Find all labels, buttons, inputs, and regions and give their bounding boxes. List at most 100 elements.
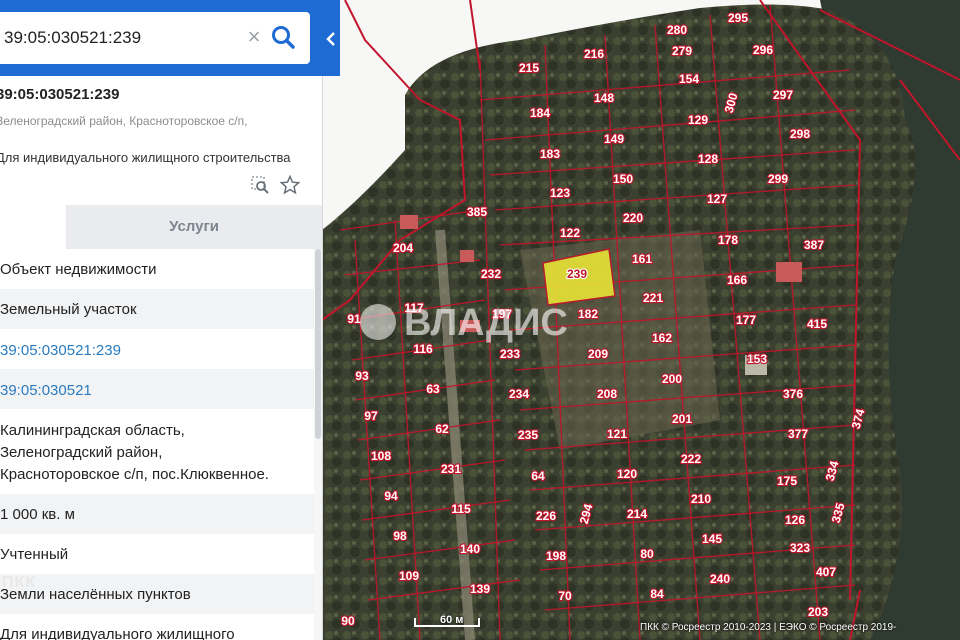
parcel-label-122[interactable]: 122 xyxy=(559,225,582,241)
parcel-label-407[interactable]: 407 xyxy=(815,564,838,580)
parcel-label-153[interactable]: 153 xyxy=(746,351,769,367)
star-icon[interactable] xyxy=(279,174,301,195)
cadastral-number-link[interactable]: 39:05:030521:239 xyxy=(0,342,121,359)
parcel-label-139[interactable]: 139 xyxy=(469,581,492,597)
area-value: 1 000 кв. м xyxy=(0,506,75,523)
search-bar: × xyxy=(0,0,340,76)
parcel-label-128[interactable]: 128 xyxy=(697,151,720,167)
parcel-label-121[interactable]: 121 xyxy=(606,426,629,442)
parcel-label-140[interactable]: 140 xyxy=(459,541,482,557)
parcel-label-279[interactable]: 279 xyxy=(671,43,694,59)
parcel-label-210[interactable]: 210 xyxy=(690,491,713,507)
parcel-label-220[interactable]: 220 xyxy=(622,210,645,226)
info-tabs: Услуги xyxy=(0,205,322,249)
tab-info[interactable] xyxy=(0,205,66,249)
parcel-label-235[interactable]: 235 xyxy=(517,427,540,443)
parcel-label-62[interactable]: 62 xyxy=(434,421,450,437)
row-category: Земли населённых пунктов xyxy=(0,574,314,614)
parcel-label-208[interactable]: 208 xyxy=(596,386,619,402)
parcel-label-204[interactable]: 204 xyxy=(392,240,415,256)
parcel-label-148[interactable]: 148 xyxy=(593,90,616,106)
parcel-label-94[interactable]: 94 xyxy=(383,488,399,504)
parcel-label-120[interactable]: 120 xyxy=(616,466,639,482)
parcel-label-162[interactable]: 162 xyxy=(651,330,674,346)
parcel-label-84[interactable]: 84 xyxy=(649,586,665,602)
parcel-label-215[interactable]: 215 xyxy=(518,60,541,76)
parcel-label-161[interactable]: 161 xyxy=(631,251,654,267)
parcel-label-63[interactable]: 63 xyxy=(425,381,441,397)
parcel-label-216[interactable]: 216 xyxy=(583,46,606,62)
parcel-label-240[interactable]: 240 xyxy=(709,571,732,587)
parcel-label-178[interactable]: 178 xyxy=(717,232,740,248)
parcel-label-226[interactable]: 226 xyxy=(535,508,558,524)
parcel-label-298[interactable]: 298 xyxy=(789,126,812,142)
info-panel: 39:05:030521:239 Зеленоградский район, К… xyxy=(0,0,323,640)
parcel-label-387[interactable]: 387 xyxy=(803,237,826,253)
parcel-label-221[interactable]: 221 xyxy=(642,290,665,306)
parcel-label-70[interactable]: 70 xyxy=(557,588,573,604)
row-address: Калининградская область, Зеленоградский … xyxy=(0,409,314,494)
parcel-label-90[interactable]: 90 xyxy=(340,613,356,629)
parcel-label-385[interactable]: 385 xyxy=(466,204,489,220)
zoom-to-icon[interactable] xyxy=(250,175,270,195)
address-line-3: Красноторовское с/п, пос.Клюквенное. xyxy=(0,466,269,483)
status-value: Учтенный xyxy=(0,546,69,563)
pkk-watermark: ПКК xyxy=(2,574,37,591)
row-area: 1 000 кв. м xyxy=(0,494,314,534)
address-line-1: Калининградская область, xyxy=(0,422,185,439)
parcel-label-201[interactable]: 201 xyxy=(671,411,694,427)
parcel-label-150[interactable]: 150 xyxy=(612,171,635,187)
parcel-label-97[interactable]: 97 xyxy=(363,408,379,424)
parcel-label-299[interactable]: 299 xyxy=(767,171,790,187)
panel-scrollbar-thumb[interactable] xyxy=(315,249,321,439)
parcel-label-109[interactable]: 109 xyxy=(398,568,421,584)
parcel-label-376[interactable]: 376 xyxy=(782,386,805,402)
parcel-label-200[interactable]: 200 xyxy=(661,371,684,387)
row-permitted-use: Для индивидуального жилищного xyxy=(0,614,314,640)
parcel-label-98[interactable]: 98 xyxy=(392,528,408,544)
parcel-label-166[interactable]: 166 xyxy=(726,272,749,288)
parcel-label-231[interactable]: 231 xyxy=(440,461,463,477)
search-icon[interactable] xyxy=(270,24,296,52)
parcel-label-232[interactable]: 232 xyxy=(480,266,503,282)
parcel-label-234[interactable]: 234 xyxy=(508,386,531,402)
parcel-label-203[interactable]: 203 xyxy=(807,604,830,620)
brand-name: ВЛАДИС xyxy=(404,302,568,344)
parcel-label-93[interactable]: 93 xyxy=(354,368,370,384)
parcel-label-177[interactable]: 177 xyxy=(735,312,758,328)
parcel-label-377[interactable]: 377 xyxy=(787,426,810,442)
tab-services[interactable]: Услуги xyxy=(66,205,322,249)
parcel-label-126[interactable]: 126 xyxy=(784,512,807,528)
parcel-label-129[interactable]: 129 xyxy=(687,112,710,128)
panel-scrollbar[interactable] xyxy=(314,249,322,640)
close-icon[interactable]: × xyxy=(242,26,266,50)
parcel-label-297[interactable]: 297 xyxy=(772,87,795,103)
parcel-label-154[interactable]: 154 xyxy=(678,71,701,87)
parcel-label-115[interactable]: 115 xyxy=(450,501,472,517)
parcel-label-296[interactable]: 296 xyxy=(752,42,775,58)
parcel-label-108[interactable]: 108 xyxy=(370,448,393,464)
parcel-label-214[interactable]: 214 xyxy=(626,506,649,522)
search-input[interactable] xyxy=(4,26,234,50)
parcel-label-280[interactable]: 280 xyxy=(666,22,689,38)
parcel-label-145[interactable]: 145 xyxy=(701,531,724,547)
parcel-label-64[interactable]: 64 xyxy=(530,468,546,484)
parcel-label-127[interactable]: 127 xyxy=(706,191,729,207)
parcel-label-239[interactable]: 239 xyxy=(566,266,589,282)
row-object-kind: Земельный участок xyxy=(0,289,314,329)
parcel-label-222[interactable]: 222 xyxy=(680,451,703,467)
chevron-left-icon[interactable] xyxy=(322,22,340,56)
parcel-label-123[interactable]: 123 xyxy=(549,185,572,201)
parcel-title: 39:05:030521:239 xyxy=(0,86,120,103)
parcel-label-198[interactable]: 198 xyxy=(545,548,568,564)
parcel-label-183[interactable]: 183 xyxy=(539,146,562,162)
cadastral-quarter-link[interactable]: 39:05:030521 xyxy=(0,382,92,399)
parcel-label-149[interactable]: 149 xyxy=(603,131,626,147)
map-copyright: ПКК © Росреестр 2010-2023 | ЕЭКО © Росре… xyxy=(640,622,897,633)
parcel-label-184[interactable]: 184 xyxy=(529,105,552,121)
parcel-label-175[interactable]: 175 xyxy=(776,473,799,489)
parcel-label-415[interactable]: 415 xyxy=(806,316,829,332)
parcel-label-323[interactable]: 323 xyxy=(789,540,812,556)
parcel-label-295[interactable]: 295 xyxy=(727,10,750,26)
parcel-label-80[interactable]: 80 xyxy=(639,546,655,562)
